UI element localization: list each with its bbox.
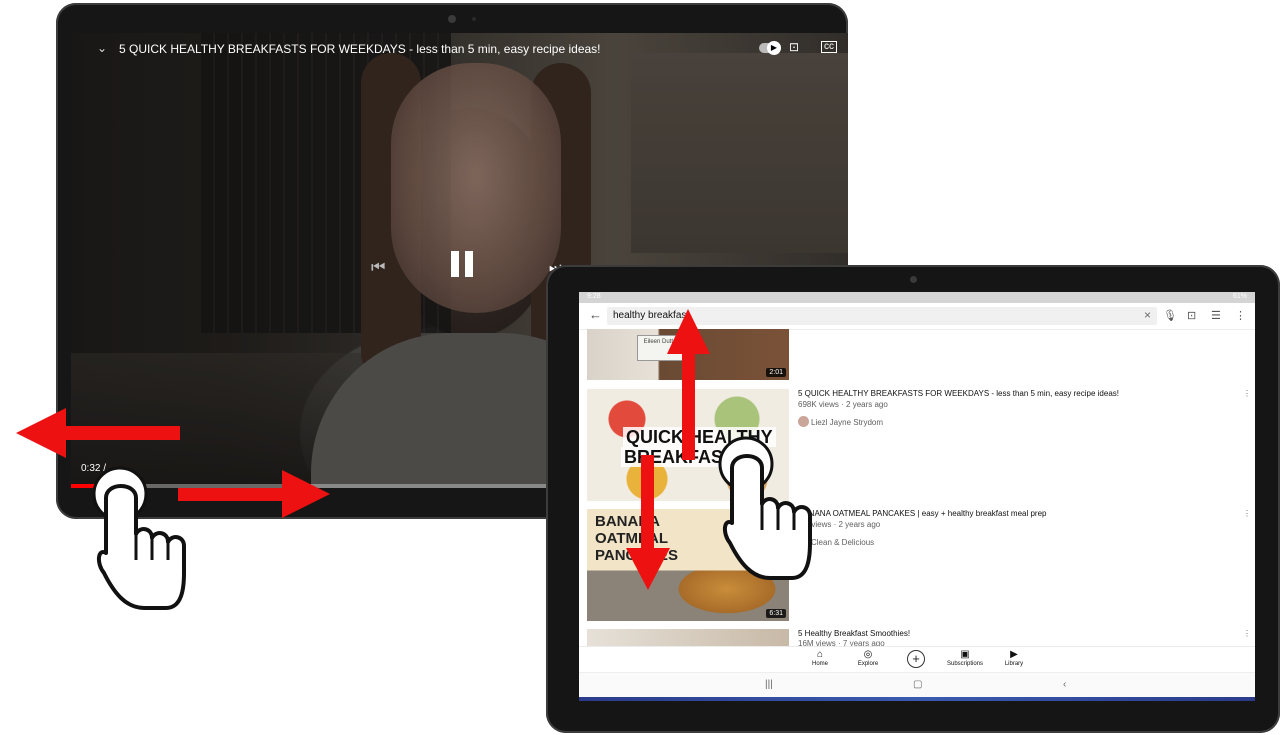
arrow-up-icon xyxy=(667,309,710,460)
arrow-right-icon xyxy=(178,470,330,518)
hand-pointer-icon xyxy=(718,436,812,580)
arrow-left-icon xyxy=(16,408,180,458)
hand-pointer-icon xyxy=(92,466,186,610)
arrow-down-icon xyxy=(626,455,670,590)
gesture-overlay xyxy=(16,309,812,610)
